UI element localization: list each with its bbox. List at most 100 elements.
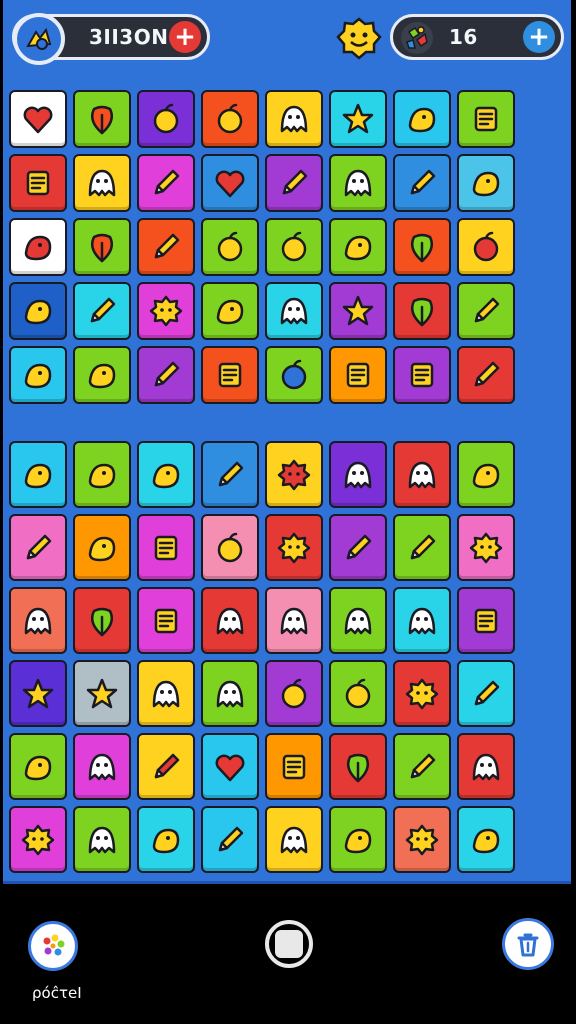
tile[interactable]	[73, 441, 131, 508]
tile[interactable]	[9, 218, 67, 276]
tile[interactable]	[329, 282, 387, 340]
tile[interactable]	[393, 660, 451, 727]
tile[interactable]	[329, 441, 387, 508]
tile[interactable]	[201, 282, 259, 340]
tile[interactable]	[137, 587, 195, 654]
tile[interactable]	[457, 806, 515, 873]
tile[interactable]	[393, 806, 451, 873]
tile[interactable]	[329, 806, 387, 873]
card-icon	[474, 106, 498, 132]
tile[interactable]	[9, 587, 67, 654]
tile[interactable]	[137, 806, 195, 873]
tile[interactable]	[137, 733, 195, 800]
tile[interactable]	[201, 441, 259, 508]
tile[interactable]	[73, 514, 131, 581]
tile[interactable]	[393, 282, 451, 340]
tile[interactable]	[393, 346, 451, 404]
tile[interactable]	[457, 154, 515, 212]
tile[interactable]	[457, 733, 515, 800]
tile[interactable]	[137, 154, 195, 212]
tile[interactable]	[265, 514, 323, 581]
tile[interactable]	[265, 282, 323, 340]
tile[interactable]	[9, 282, 67, 340]
tile[interactable]	[329, 660, 387, 727]
tile[interactable]	[137, 282, 195, 340]
tile[interactable]	[201, 806, 259, 873]
tile[interactable]	[457, 514, 515, 581]
tile[interactable]	[73, 90, 131, 148]
tile[interactable]	[329, 154, 387, 212]
tile[interactable]	[393, 514, 451, 581]
tile[interactable]	[265, 441, 323, 508]
tile[interactable]	[201, 346, 259, 404]
tile[interactable]	[457, 660, 515, 727]
tile[interactable]	[73, 806, 131, 873]
tile[interactable]	[457, 218, 515, 276]
tile[interactable]	[265, 90, 323, 148]
tile[interactable]	[329, 90, 387, 148]
tile[interactable]	[73, 733, 131, 800]
tile[interactable]	[201, 218, 259, 276]
tile[interactable]	[457, 282, 515, 340]
tile[interactable]	[9, 806, 67, 873]
tile[interactable]	[73, 346, 131, 404]
sun-face-icon[interactable]	[336, 16, 382, 60]
tile[interactable]	[393, 90, 451, 148]
tools-icon	[216, 299, 244, 325]
heart-icon	[23, 106, 53, 134]
home-button[interactable]	[265, 920, 313, 968]
trash-icon	[517, 933, 539, 957]
tile[interactable]	[137, 660, 195, 727]
tile[interactable]	[9, 441, 67, 508]
tile[interactable]	[73, 660, 131, 727]
tile[interactable]	[393, 733, 451, 800]
trash-button[interactable]	[502, 918, 554, 970]
add-gems-button[interactable]: +	[523, 21, 555, 53]
tile[interactable]	[9, 514, 67, 581]
tile[interactable]	[201, 90, 259, 148]
tile[interactable]	[393, 218, 451, 276]
tile[interactable]	[201, 154, 259, 212]
tile[interactable]	[137, 346, 195, 404]
tile[interactable]	[457, 346, 515, 404]
tile[interactable]	[393, 441, 451, 508]
tile[interactable]	[329, 218, 387, 276]
tile[interactable]	[265, 154, 323, 212]
tile[interactable]	[265, 346, 323, 404]
tile[interactable]	[201, 514, 259, 581]
tile[interactable]	[73, 587, 131, 654]
tile[interactable]	[329, 733, 387, 800]
tile[interactable]	[73, 218, 131, 276]
tile[interactable]	[265, 806, 323, 873]
tile[interactable]	[329, 514, 387, 581]
tile[interactable]	[393, 154, 451, 212]
tile[interactable]	[265, 733, 323, 800]
tile[interactable]	[73, 154, 131, 212]
palette-button[interactable]	[28, 921, 78, 971]
tile[interactable]	[137, 441, 195, 508]
tile[interactable]	[9, 90, 67, 148]
tile[interactable]	[137, 514, 195, 581]
tile[interactable]	[329, 587, 387, 654]
tile[interactable]	[457, 587, 515, 654]
tile[interactable]	[9, 154, 67, 212]
tile[interactable]	[201, 587, 259, 654]
tile[interactable]	[9, 660, 67, 727]
tile[interactable]	[201, 733, 259, 800]
tile[interactable]	[9, 733, 67, 800]
tile[interactable]	[137, 90, 195, 148]
tile[interactable]	[457, 441, 515, 508]
tile[interactable]	[329, 346, 387, 404]
tile[interactable]	[265, 587, 323, 654]
tile[interactable]	[265, 218, 323, 276]
ring-gem-icon	[153, 103, 179, 134]
tile[interactable]	[265, 660, 323, 727]
add-score-button[interactable]: +	[169, 21, 201, 53]
tile[interactable]	[9, 346, 67, 404]
player-avatar-icon[interactable]	[13, 13, 65, 65]
tile[interactable]	[457, 90, 515, 148]
tile[interactable]	[201, 660, 259, 727]
tile[interactable]	[393, 587, 451, 654]
tile[interactable]	[137, 218, 195, 276]
tile[interactable]	[73, 282, 131, 340]
